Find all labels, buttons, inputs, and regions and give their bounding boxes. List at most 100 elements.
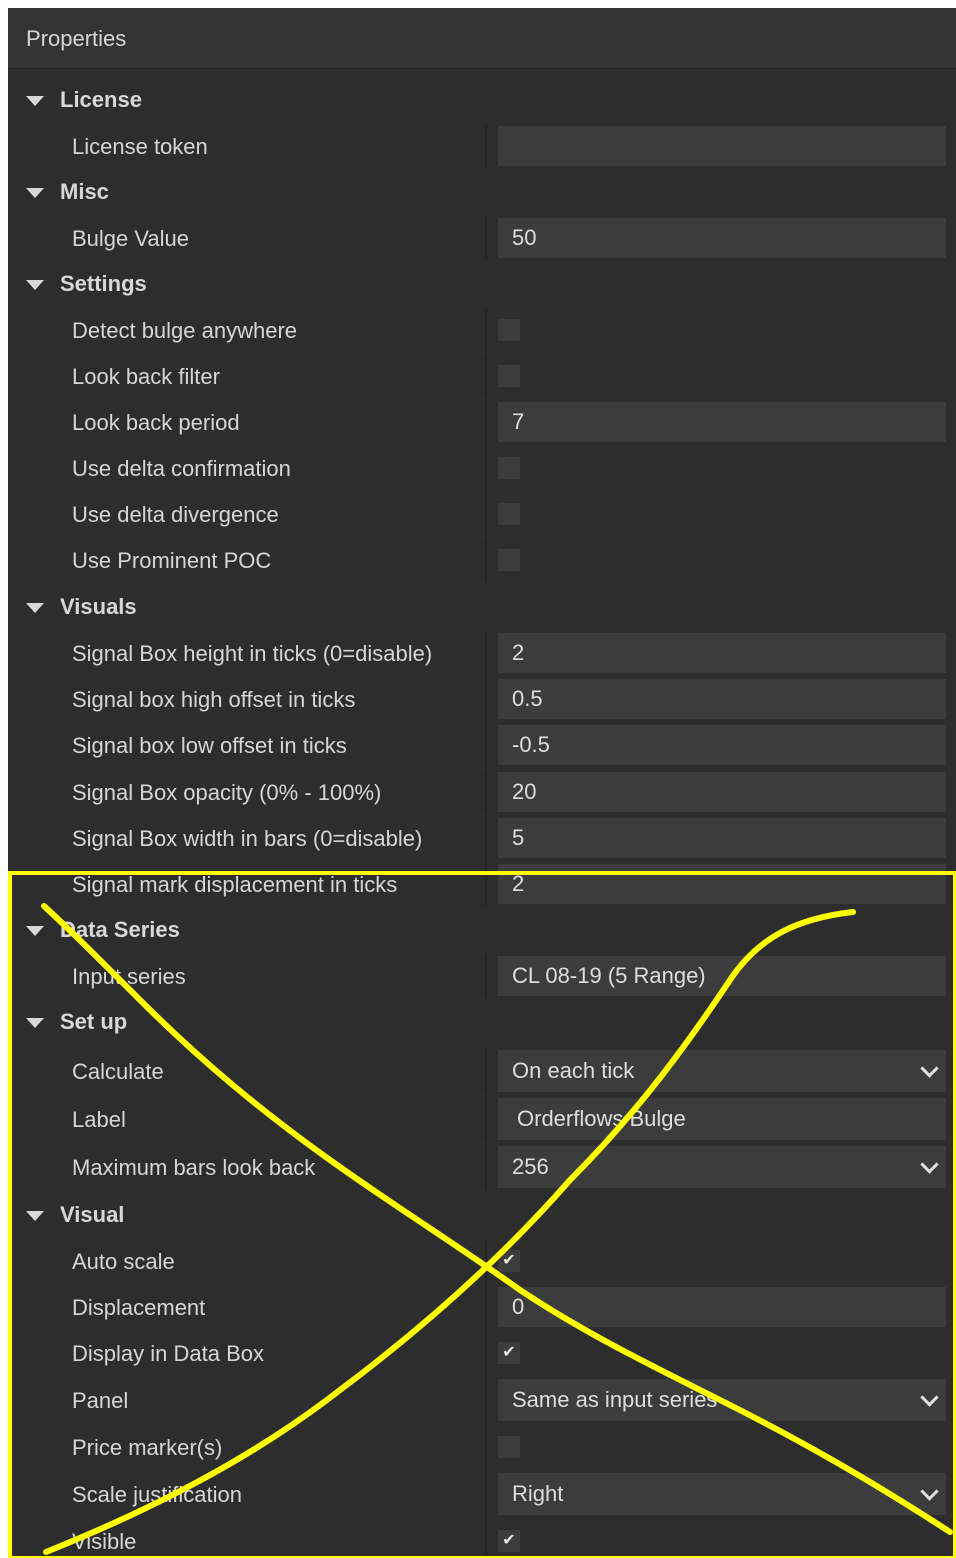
- triangle-down-icon[interactable]: [26, 1018, 44, 1028]
- panel-select[interactable]: Same as input series: [498, 1379, 946, 1421]
- column-divider[interactable]: [485, 1377, 487, 1423]
- column-divider[interactable]: [485, 1096, 487, 1142]
- chevron-down-icon[interactable]: [920, 1155, 939, 1174]
- column-divider[interactable]: [485, 816, 487, 860]
- column-divider[interactable]: [485, 308, 487, 352]
- property-row-signal-box-low-offset: Signal box low offset in ticks -0.5: [8, 723, 956, 767]
- property-row-signal-box-opacity: Signal Box opacity (0% - 100%) 20: [8, 770, 956, 814]
- scale-justification-select[interactable]: Right: [498, 1473, 946, 1515]
- column-divider[interactable]: [485, 1425, 487, 1469]
- auto-scale-checkbox[interactable]: ✔: [498, 1250, 520, 1272]
- category-set-up[interactable]: Set up: [8, 1000, 956, 1044]
- property-row-display-in-data-box: Display in Data Box ✔: [8, 1331, 956, 1375]
- look-back-filter-checkbox[interactable]: [498, 365, 520, 387]
- column-divider[interactable]: [485, 1144, 487, 1190]
- category-settings[interactable]: Settings: [8, 262, 956, 306]
- column-divider[interactable]: [485, 354, 487, 398]
- signal-box-height-input[interactable]: 2: [498, 633, 946, 673]
- property-label: Price marker(s): [72, 1435, 223, 1460]
- category-visuals[interactable]: Visuals: [8, 585, 956, 629]
- signal-mark-displacement-input[interactable]: 2: [498, 864, 946, 904]
- panel-title: Properties: [26, 26, 127, 51]
- use-prominent-poc-checkbox[interactable]: [498, 549, 520, 571]
- column-divider[interactable]: [485, 770, 487, 814]
- column-divider[interactable]: [485, 538, 487, 582]
- property-label: Panel: [72, 1388, 129, 1413]
- column-divider[interactable]: [485, 1285, 487, 1329]
- category-data-series[interactable]: Data Series: [8, 908, 956, 952]
- column-divider[interactable]: [485, 723, 487, 767]
- column-divider[interactable]: [485, 1471, 487, 1517]
- column-divider[interactable]: [485, 954, 487, 998]
- column-divider[interactable]: [485, 216, 487, 260]
- property-row-panel: Panel Same as input series: [8, 1377, 956, 1423]
- panel-header: Properties: [8, 8, 956, 69]
- column-divider[interactable]: [485, 124, 487, 168]
- category-label: Visual: [60, 1202, 125, 1227]
- chevron-down-icon[interactable]: [920, 1388, 939, 1407]
- property-row-look-back-filter: Look back filter: [8, 354, 956, 398]
- use-delta-divergence-checkbox[interactable]: [498, 503, 520, 525]
- property-label: Auto scale: [72, 1249, 175, 1274]
- column-divider[interactable]: [485, 677, 487, 721]
- property-row-scale-justification: Scale justification Right: [8, 1471, 956, 1517]
- category-license[interactable]: License: [8, 78, 956, 122]
- calculate-select[interactable]: On each tick: [498, 1050, 946, 1092]
- detect-bulge-anywhere-checkbox[interactable]: [498, 319, 520, 341]
- property-label: Maximum bars look back: [72, 1155, 316, 1180]
- column-divider[interactable]: [485, 1519, 487, 1558]
- triangle-down-icon[interactable]: [26, 1211, 44, 1221]
- property-row-use-delta-confirmation: Use delta confirmation: [8, 446, 956, 490]
- column-divider[interactable]: [485, 1048, 487, 1094]
- category-visual[interactable]: Visual: [8, 1193, 956, 1237]
- license-token-input[interactable]: [498, 126, 946, 166]
- select-value: 256: [512, 1154, 549, 1179]
- visible-checkbox[interactable]: ✔: [498, 1530, 520, 1552]
- property-label: Look back period: [72, 410, 240, 435]
- signal-box-low-offset-input[interactable]: -0.5: [498, 725, 946, 765]
- property-row-label: Label Orderflows Bulge: [8, 1096, 956, 1142]
- look-back-period-input[interactable]: 7: [498, 402, 946, 442]
- signal-box-high-offset-input[interactable]: 0.5: [498, 679, 946, 719]
- signal-box-opacity-input[interactable]: 20: [498, 772, 946, 812]
- triangle-down-icon[interactable]: [26, 96, 44, 106]
- bulge-value-input[interactable]: 50: [498, 218, 946, 258]
- category-label: Settings: [60, 271, 147, 296]
- chevron-down-icon[interactable]: [920, 1059, 939, 1078]
- label-input[interactable]: Orderflows Bulge: [498, 1098, 946, 1140]
- property-row-input-series: Input series CL 08-19 (5 Range): [8, 954, 956, 998]
- column-divider[interactable]: [485, 492, 487, 536]
- displacement-input[interactable]: 0: [498, 1287, 946, 1327]
- column-divider[interactable]: [485, 1239, 487, 1283]
- triangle-down-icon[interactable]: [26, 280, 44, 290]
- property-label: Input series: [72, 964, 186, 989]
- properties-panel: Properties License License token Misc Bu…: [8, 8, 956, 1558]
- triangle-down-icon[interactable]: [26, 188, 44, 198]
- property-label: Display in Data Box: [72, 1341, 264, 1366]
- column-divider[interactable]: [485, 862, 487, 906]
- property-row-calculate: Calculate On each tick: [8, 1048, 956, 1094]
- property-label: Signal Box opacity (0% - 100%): [72, 780, 382, 805]
- property-label: Scale justification: [72, 1482, 242, 1507]
- select-value: Right: [512, 1481, 564, 1506]
- signal-box-width-input[interactable]: 5: [498, 818, 946, 858]
- price-markers-checkbox[interactable]: [498, 1436, 520, 1458]
- column-divider[interactable]: [485, 1331, 487, 1375]
- property-label: Use delta divergence: [72, 502, 279, 527]
- column-divider[interactable]: [485, 400, 487, 444]
- use-delta-confirmation-checkbox[interactable]: [498, 457, 520, 479]
- category-misc[interactable]: Misc: [8, 170, 956, 214]
- property-row-signal-box-height: Signal Box height in ticks (0=disable) 2: [8, 631, 956, 675]
- property-row-displacement: Displacement 0: [8, 1285, 956, 1329]
- column-divider[interactable]: [485, 631, 487, 675]
- chevron-down-icon[interactable]: [920, 1482, 939, 1501]
- triangle-down-icon[interactable]: [26, 603, 44, 613]
- input-series-field[interactable]: CL 08-19 (5 Range): [498, 956, 946, 996]
- maximum-bars-look-back-select[interactable]: 256: [498, 1146, 946, 1188]
- display-in-data-box-checkbox[interactable]: ✔: [498, 1342, 520, 1364]
- triangle-down-icon[interactable]: [26, 926, 44, 936]
- select-value: On each tick: [512, 1058, 635, 1083]
- column-divider[interactable]: [485, 446, 487, 490]
- property-label: License token: [72, 134, 208, 159]
- property-label: Detect bulge anywhere: [72, 318, 298, 343]
